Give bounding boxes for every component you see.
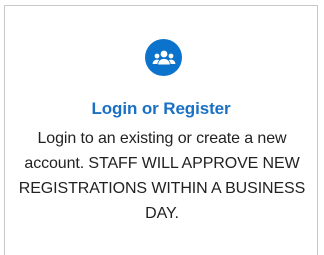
login-register-card[interactable]: Login or Register Login to an existing o… [4,5,318,255]
group-users-icon [145,39,182,76]
group-users-glyph [152,50,175,64]
card-description: Login to an existing or create a new acc… [18,130,306,222]
card-title[interactable]: Login or Register [5,99,317,119]
